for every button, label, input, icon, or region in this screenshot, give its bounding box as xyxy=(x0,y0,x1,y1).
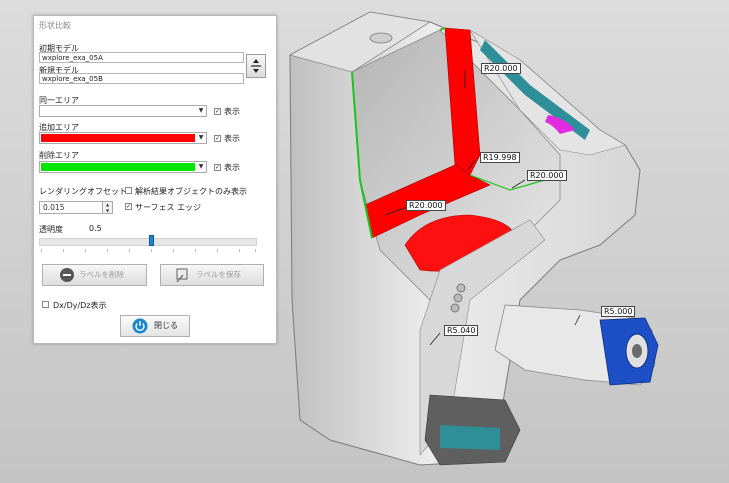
same-area-show-checkbox[interactable]: ✓ xyxy=(214,108,221,115)
swap-models-button[interactable] xyxy=(246,54,266,78)
radius-label[interactable]: R5.000 xyxy=(601,306,636,317)
added-area-show-checkbox[interactable]: ✓ xyxy=(214,135,221,142)
radius-label[interactable]: R5.040 xyxy=(444,325,479,336)
transparency-slider[interactable] xyxy=(39,238,257,246)
initial-model-field[interactable]: wxplore_exa_05A xyxy=(39,52,244,63)
swap-icon xyxy=(251,59,261,73)
minus-circle-icon xyxy=(60,268,74,282)
radius-label[interactable]: R20.000 xyxy=(406,200,446,211)
radius-label[interactable]: R20.000 xyxy=(527,170,567,181)
chevron-down-icon: ▼ xyxy=(198,107,204,114)
rendering-offset-value: 0.015 xyxy=(43,203,65,212)
surface-edge-label: サーフェス エッジ xyxy=(135,203,202,212)
dxdydz-label: Dx/Dy/Dz表示 xyxy=(53,301,107,310)
save-label-button[interactable]: ラベルを保存 xyxy=(160,264,264,286)
panel-title: 形状比較 xyxy=(39,21,71,30)
transparency-label: 透明度 xyxy=(39,225,63,234)
analysis-only-checkbox[interactable] xyxy=(125,187,132,194)
shape-compare-panel: 形状比較 初期モデル wxplore_exa_05A 新規モデル wxplore… xyxy=(33,15,277,344)
radius-label[interactable]: R20.000 xyxy=(481,63,521,74)
save-tag-icon xyxy=(176,268,188,283)
surface-edge-checkbox[interactable]: ✓ xyxy=(125,203,132,210)
added-area-show-label: 表示 xyxy=(224,134,240,143)
transparency-slider-thumb[interactable] xyxy=(149,235,154,246)
new-model-field[interactable]: wxplore_exa_05B xyxy=(39,73,244,84)
added-area-color-select[interactable]: ▼ xyxy=(39,132,207,144)
dxdydz-checkbox[interactable] xyxy=(42,301,49,308)
same-area-show-label: 表示 xyxy=(224,107,240,116)
spinner-arrows-icon[interactable]: ▲ ▼ xyxy=(102,202,112,213)
analysis-only-label: 解析結果オブジェクトのみ表示 xyxy=(135,187,247,196)
chevron-down-icon: ▼ xyxy=(198,134,204,141)
deleted-area-show-checkbox[interactable]: ✓ xyxy=(214,164,221,171)
deleted-area-show-label: 表示 xyxy=(224,163,240,172)
radius-label[interactable]: R19.998 xyxy=(480,152,520,163)
rendering-offset-label: レンダリングオフセット xyxy=(39,187,127,196)
delete-label-button[interactable]: ラベルを削除 xyxy=(42,264,147,286)
power-icon xyxy=(132,318,148,334)
rendering-offset-spinner[interactable]: 0.015 ▲ ▼ xyxy=(39,201,113,214)
close-button[interactable]: 閉じる xyxy=(120,315,190,337)
same-area-color-select[interactable]: ▼ xyxy=(39,105,207,117)
transparency-value: 0.5 xyxy=(89,224,102,233)
deleted-area-label: 削除エリア xyxy=(39,151,79,160)
chevron-down-icon: ▼ xyxy=(198,163,204,170)
deleted-area-color-select[interactable]: ▼ xyxy=(39,161,207,173)
